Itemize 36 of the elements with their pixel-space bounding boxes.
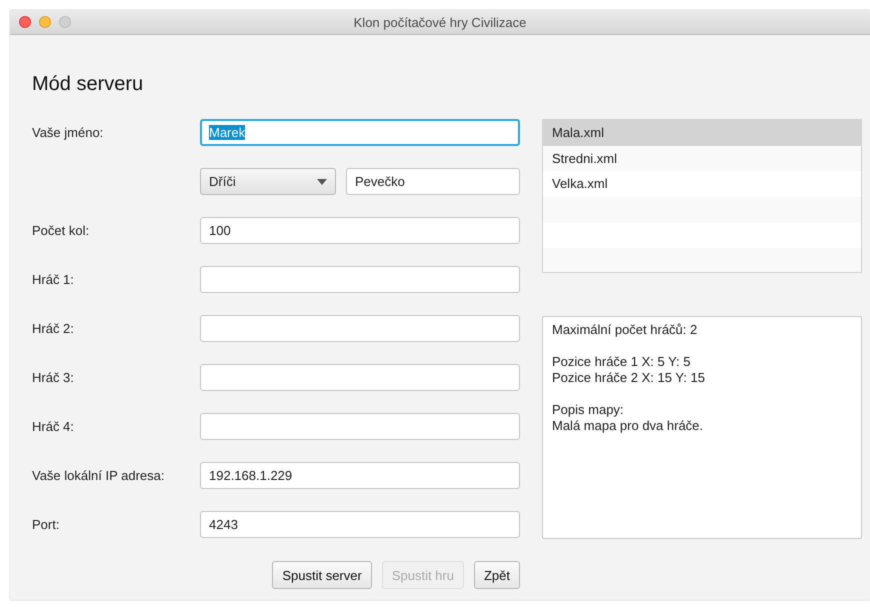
field-label: Počet kol: [32, 222, 90, 238]
input-field[interactable]: 192.168.1.229 [200, 462, 520, 489]
page-heading: Mód serveru [32, 72, 144, 96]
map-list-item[interactable]: Mala.xml [543, 120, 861, 146]
window-title: Klon počítačové hry Civilizace [354, 14, 526, 30]
info-line: Pozice hráče 2 X: 15 Y: 15 [552, 370, 706, 386]
dropdown[interactable]: Dříči [200, 168, 336, 195]
field-label: Port: [32, 516, 60, 532]
action-button[interactable]: Zpět [474, 561, 520, 589]
input-field[interactable] [200, 266, 520, 293]
map-list-item[interactable]: Stredni.xml [543, 146, 861, 172]
info-line: Pozice hráče 1 X: 5 Y: 5 [552, 354, 692, 370]
input-field[interactable] [200, 364, 520, 391]
info-line: Popis mapy: [552, 402, 625, 418]
field-label: Hráč 3: [32, 369, 75, 385]
field-label: Hráč 2: [32, 320, 75, 336]
map-list[interactable]: Mala.xml Stredni.xml Velka.xml [542, 119, 862, 273]
input-field[interactable]: Marek [200, 119, 520, 146]
minimize-button[interactable] [39, 16, 51, 28]
info-line: Malá mapa pro dva hráče. [552, 418, 704, 434]
input-field[interactable]: Pevečko [346, 168, 520, 195]
map-info-area[interactable]: Maximální počet hráčů: 2 Pozice hráče 1 X: 5 Y: 5 Pozice hráče 2 X: 15 Y: 15 Popis mapy: Malá mapa pro dva hráče. [542, 316, 862, 539]
input-field[interactable]: 100 [200, 217, 520, 244]
field-label: Vaše jméno: [32, 124, 104, 140]
zoom-button[interactable] [59, 16, 71, 28]
action-button[interactable]: Spustit server [272, 561, 372, 589]
input-field[interactable] [200, 413, 520, 440]
input-field[interactable] [200, 315, 520, 342]
close-button[interactable] [19, 16, 31, 28]
caret-icon [317, 178, 327, 184]
field-label: Vaše lokální IP adresa: [32, 467, 166, 483]
info-line: Maximální počet hráčů: 2 [552, 322, 698, 338]
map-list-item[interactable]: Velka.xml [543, 171, 861, 197]
field-label: Hráč 4: [32, 418, 75, 434]
field-label: Hráč 1: [32, 271, 75, 287]
input-field[interactable]: 4243 [200, 511, 520, 538]
